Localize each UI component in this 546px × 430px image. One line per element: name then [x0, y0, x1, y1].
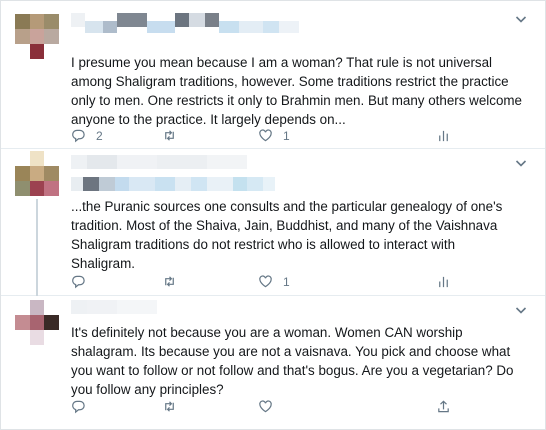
reply-button[interactable]: [71, 274, 96, 289]
reply-count: 2: [96, 128, 103, 143]
like-count: 1: [283, 274, 290, 289]
tweet-actions: 2 1: [71, 128, 529, 148]
like-button[interactable]: [258, 399, 283, 414]
retweet-icon: [162, 128, 177, 143]
tweet-actions: 1: [71, 274, 529, 294]
analytics-button[interactable]: [436, 274, 451, 289]
analytics-icon: [436, 274, 451, 289]
thread-connector-line: [36, 199, 38, 296]
tweet-3[interactable]: It's definitely not because you are a wo…: [1, 296, 545, 429]
reply-icon: [71, 128, 86, 143]
avatar[interactable]: [15, 151, 59, 196]
like-icon: [258, 399, 273, 414]
like-count: 1: [283, 128, 290, 143]
author-name-blurred[interactable]: [71, 155, 247, 175]
retweet-icon: [162, 399, 177, 414]
more-options-chevron-icon[interactable]: [515, 304, 527, 316]
retweet-button[interactable]: [162, 128, 187, 143]
share-button[interactable]: [436, 399, 451, 414]
like-button[interactable]: 1: [258, 128, 290, 143]
reply-icon: [71, 399, 86, 414]
tweet-text: I presume you mean because I am a woman?…: [71, 55, 522, 127]
author-name-blurred[interactable]: [71, 13, 299, 33]
more-options-chevron-icon[interactable]: [515, 13, 527, 25]
tweet-text: It's definitely not because you are a wo…: [71, 325, 514, 397]
avatar[interactable]: [15, 14, 59, 59]
like-icon: [258, 274, 273, 289]
more-options-chevron-icon[interactable]: [515, 157, 527, 169]
analytics-icon: [436, 128, 451, 143]
like-button[interactable]: 1: [258, 274, 290, 289]
share-icon: [436, 399, 451, 414]
reply-button[interactable]: 2: [71, 128, 103, 143]
analytics-button[interactable]: [436, 128, 451, 143]
tweet-2[interactable]: ...the Puranic sources one consults and …: [1, 149, 545, 296]
tweet-text: ...the Puranic sources one consults and …: [71, 199, 503, 271]
author-name-blurred[interactable]: [71, 300, 157, 320]
author-handle-blurred[interactable]: [71, 177, 275, 197]
like-icon: [258, 128, 273, 143]
retweet-icon: [162, 274, 177, 289]
tweet-1[interactable]: I presume you mean because I am a woman?…: [1, 1, 545, 149]
retweet-button[interactable]: [162, 399, 187, 414]
tweet-actions: [71, 399, 529, 419]
retweet-button[interactable]: [162, 274, 187, 289]
reply-icon: [71, 274, 86, 289]
avatar[interactable]: [15, 300, 59, 345]
reply-button[interactable]: [71, 399, 96, 414]
